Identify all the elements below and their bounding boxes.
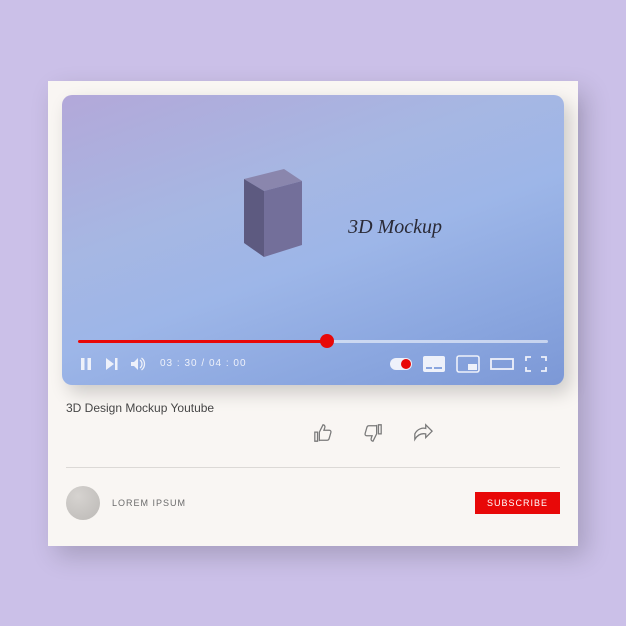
share-icon[interactable] <box>412 423 434 443</box>
miniplayer-icon[interactable] <box>456 355 480 373</box>
divider <box>66 467 560 468</box>
time-display: 03 : 30 / 04 : 00 <box>160 358 247 369</box>
video-title: 3D Design Mockup Youtube <box>66 401 560 415</box>
video-thumbnail-cube <box>236 161 310 261</box>
progress-thumb[interactable] <box>320 334 334 348</box>
player-controls: 03 : 30 / 04 : 00 <box>62 340 564 385</box>
video-player[interactable]: 3D Mockup 03 : 30 / 04 : 00 <box>62 95 564 385</box>
like-icon[interactable] <box>312 423 334 443</box>
theater-icon[interactable] <box>490 355 514 373</box>
channel-row: LOREM IPSUM SUBSCRIBE <box>48 478 578 546</box>
progress-fill <box>78 340 327 343</box>
captions-icon[interactable] <box>422 355 446 373</box>
volume-icon[interactable] <box>130 356 146 372</box>
channel-name[interactable]: LOREM IPSUM <box>112 498 186 508</box>
progress-bar[interactable] <box>78 340 548 343</box>
video-meta: 3D Design Mockup Youtube <box>48 393 578 457</box>
video-overlay-text: 3D Mockup <box>348 216 442 239</box>
avatar[interactable] <box>66 486 100 520</box>
subscribe-button[interactable]: SUBSCRIBE <box>475 492 560 514</box>
next-icon[interactable] <box>104 356 120 372</box>
autoplay-toggle[interactable] <box>390 358 412 370</box>
video-page-card: 3D Mockup 03 : 30 / 04 : 00 <box>48 81 578 546</box>
pause-icon[interactable] <box>78 356 94 372</box>
dislike-icon[interactable] <box>362 423 384 443</box>
fullscreen-icon[interactable] <box>524 355 548 373</box>
action-row <box>186 415 560 445</box>
